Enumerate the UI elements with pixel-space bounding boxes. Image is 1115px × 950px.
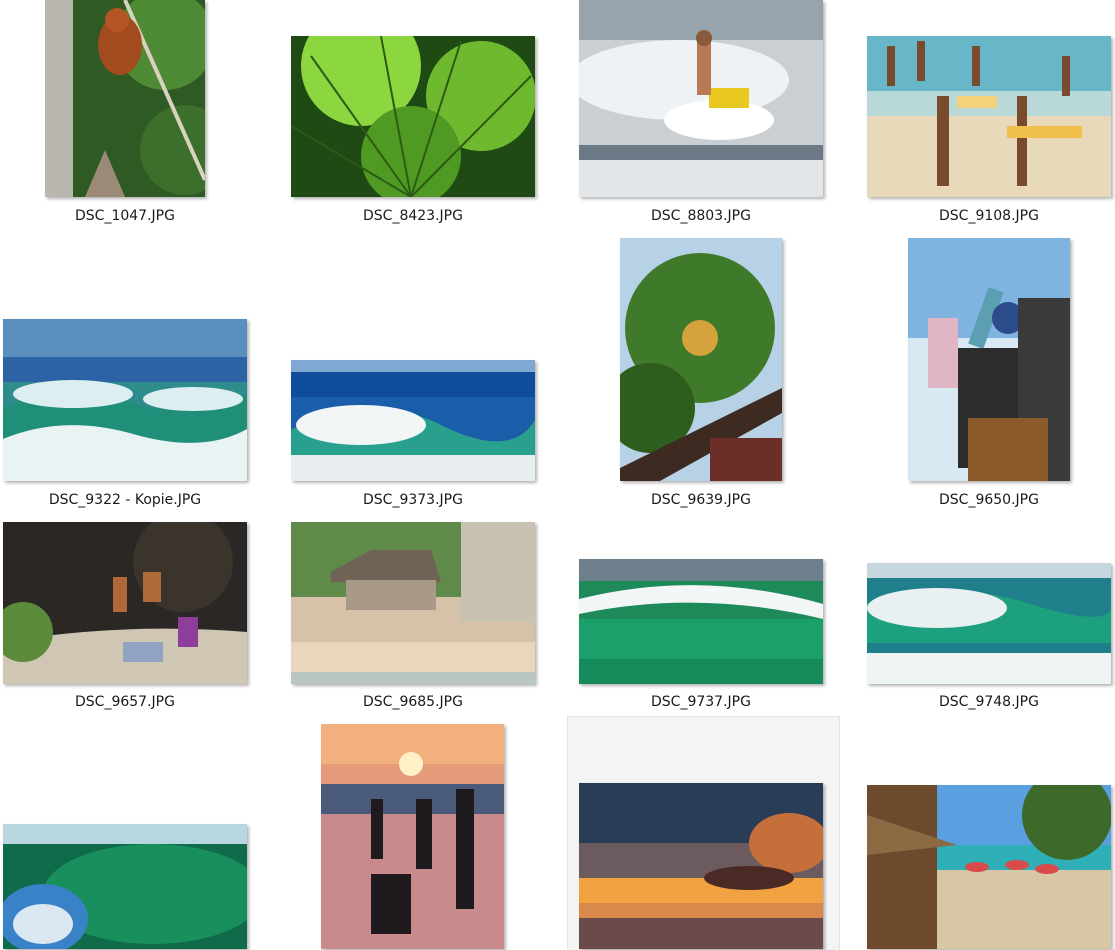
file-name[interactable]: DSC_9108.JPG (867, 208, 1111, 224)
thumbnail-barrel-wave[interactable] (3, 824, 247, 949)
file-name[interactable]: DSC_9650.JPG (908, 492, 1070, 508)
file-name[interactable]: DSC_1047.JPG (45, 208, 205, 224)
thumbnail-wave-surfer[interactable] (867, 563, 1111, 684)
thumbnail-wave-jump[interactable] (291, 360, 535, 481)
file-name[interactable]: DSC_9322 - Kopie.JPG (3, 492, 247, 508)
thumbnail-beach-hut[interactable] (291, 522, 535, 684)
file-name[interactable]: DSC_9748.JPG (867, 694, 1111, 710)
thumbnail-cliff-people[interactable] (3, 522, 247, 684)
file-name[interactable]: DSC_8423.JPG (291, 208, 535, 224)
thumbnail-beach-umbrellas[interactable] (867, 785, 1111, 949)
thumbnail-sunset-clouds[interactable] (579, 783, 823, 949)
file-name[interactable]: DSC_9657.JPG (3, 694, 247, 710)
file-name[interactable]: DSC_8803.JPG (579, 208, 823, 224)
file-name[interactable]: DSC_9685.JPG (291, 694, 535, 710)
thumbnail-orangutan[interactable] (45, 0, 205, 197)
thumbnail-green-wave[interactable] (579, 559, 823, 684)
thumbnail-jetski[interactable] (579, 0, 823, 197)
thumbnail-photographers[interactable] (908, 238, 1070, 481)
thumbnail-beach-people[interactable] (867, 36, 1111, 197)
thumbnail-palm-leaf[interactable] (291, 36, 535, 197)
thumbnail-sunset-couple[interactable] (321, 724, 504, 949)
thumbnail-surfers[interactable] (3, 319, 247, 481)
thumbnail-coconut-palm[interactable] (620, 238, 782, 481)
file-name[interactable]: DSC_9737.JPG (579, 694, 823, 710)
file-name[interactable]: DSC_9639.JPG (620, 492, 782, 508)
file-name[interactable]: DSC_9373.JPG (291, 492, 535, 508)
